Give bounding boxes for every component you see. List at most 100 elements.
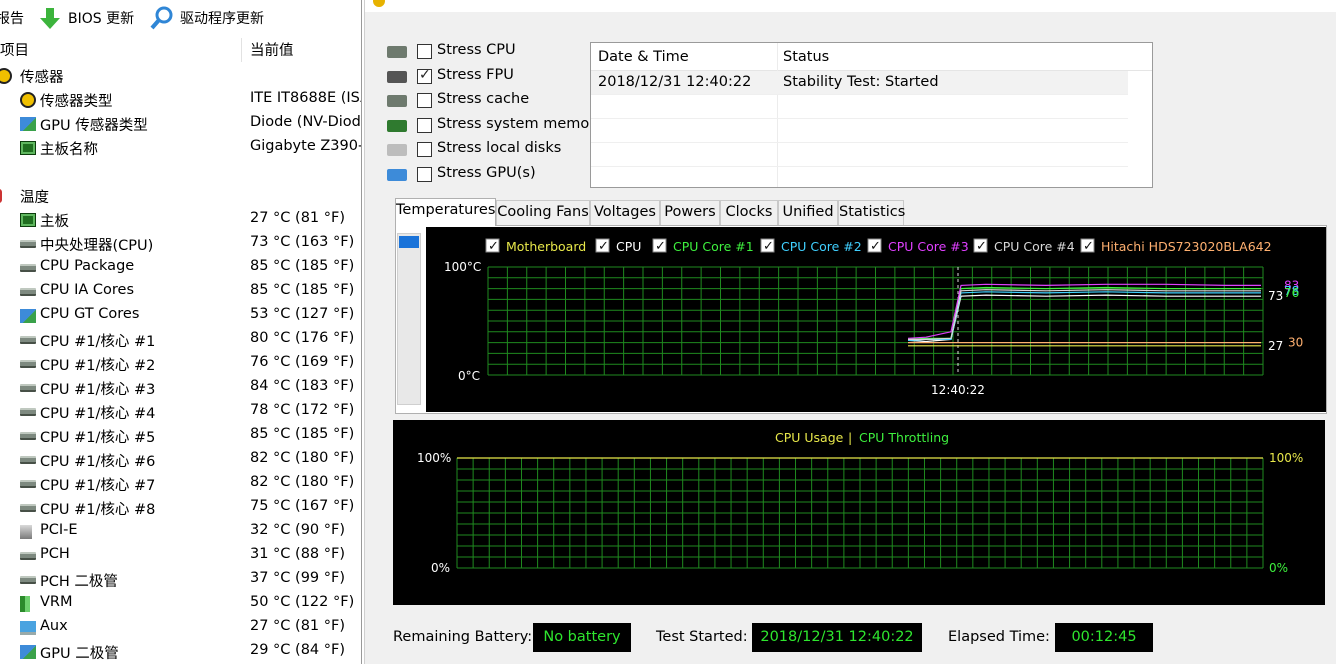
- sensor-value: Diode (NV-Diod: [250, 114, 361, 130]
- bios-update-label: BIOS 更新: [68, 11, 135, 27]
- sensor-scroll-strip[interactable]: [397, 233, 421, 405]
- sensor-value: 32 °C (90 °F): [250, 522, 346, 538]
- cpu-chip-icon: [20, 504, 36, 512]
- report-button[interactable]: 报告: [0, 6, 24, 30]
- sensor-row[interactable]: CPU #1/核心 #2 76 °C (169 °F): [0, 352, 361, 376]
- gpu-icon: [20, 309, 36, 323]
- log-row[interactable]: 2018/12/31 12:40:22 Stability Test: Star…: [591, 71, 1128, 95]
- stress-checkbox[interactable]: [417, 67, 432, 84]
- sensor-row[interactable]: 传感器类型 ITE IT8688E (ISA: [0, 88, 361, 112]
- sensor-row[interactable]: PCI-E 32 °C (90 °F): [0, 520, 361, 544]
- sensor-row[interactable]: GPU 传感器类型 Diode (NV-Diod: [0, 112, 361, 136]
- cpu-chip-icon: [20, 264, 36, 272]
- sensor-value: 27 °C (81 °F): [250, 210, 346, 226]
- battery-value: No battery: [533, 623, 631, 652]
- tab-unified[interactable]: Unified: [778, 200, 838, 225]
- sensor-row[interactable]: CPU Package 85 °C (185 °F): [0, 256, 361, 280]
- sensor-row[interactable]: CPU #1/核心 #6 82 °C (180 °F): [0, 448, 361, 472]
- column-header-value[interactable]: 当前值: [250, 40, 294, 62]
- log-header-datetime[interactable]: Date & Time: [598, 49, 689, 65]
- legend-check-mark: ✓: [976, 239, 987, 254]
- temperature-chart: ✓ Motherboard ✓ CPU ✓ CPU Core #1 ✓ CPU Core #2…: [426, 227, 1326, 412]
- sensor-row[interactable]: PCH 二极管 37 °C (99 °F): [0, 568, 361, 592]
- driver-update-label: 驱动程序更新: [180, 11, 264, 27]
- sensor-row[interactable]: 温度: [0, 184, 361, 208]
- sensor-name: CPU #1/核心 #1: [40, 334, 156, 350]
- stress-label: Stress GPU(s): [437, 165, 536, 181]
- sensor-row[interactable]: CPU #1/核心 #3 84 °C (183 °F): [0, 376, 361, 400]
- sensor-row[interactable]: GPU 二极管 29 °C (84 °F): [0, 640, 361, 664]
- title-bar[interactable]: [365, 0, 1336, 12]
- gpu-icon: [387, 169, 407, 181]
- sensor-value: 85 °C (185 °F): [250, 426, 355, 442]
- sensor-value: 53 °C (127 °F): [250, 306, 355, 322]
- cpu-chip-icon: [20, 384, 36, 392]
- motherboard-icon: [20, 141, 36, 155]
- tab-statistics[interactable]: Statistics: [838, 200, 905, 225]
- stress-checkbox[interactable]: [417, 142, 432, 158]
- sensor-row[interactable]: 中央处理器(CPU) 73 °C (163 °F): [0, 232, 361, 256]
- cpu-chip-icon: [20, 336, 36, 344]
- cpu-chip-icon: [387, 46, 407, 58]
- legend-label: CPU Core #1: [673, 239, 754, 254]
- log-table: Date & Time Status 2018/12/31 12:40:22 S…: [590, 42, 1153, 188]
- scroll-thumb[interactable]: [399, 236, 419, 248]
- sensor-value: 75 °C (167 °F): [250, 498, 355, 514]
- y-tick-right: 100%: [1269, 451, 1303, 465]
- sensor-name: Aux: [40, 618, 68, 634]
- log-status: Stability Test: Started: [783, 74, 939, 90]
- legend-check-mark: ✓: [763, 239, 774, 254]
- sensor-row[interactable]: CPU #1/核心 #1 80 °C (176 °F): [0, 328, 361, 352]
- test-started-value: 2018/12/31 12:40:22: [752, 623, 922, 652]
- y-tick-left: 100%: [417, 451, 451, 465]
- sensor-value: 82 °C (180 °F): [250, 450, 355, 466]
- sensor-value: 50 °C (122 °F): [250, 594, 355, 610]
- sensor-value: 80 °C (176 °F): [250, 330, 355, 346]
- sensor-row[interactable]: CPU #1/核心 #5 85 °C (185 °F): [0, 424, 361, 448]
- sensor-name: CPU Package: [40, 258, 135, 274]
- sensor-row[interactable]: 传感器: [0, 64, 361, 88]
- battery-label: Remaining Battery:: [393, 629, 533, 645]
- sensor-row[interactable]: Aux 27 °C (81 °F): [0, 616, 361, 640]
- tab-cooling-fans[interactable]: Cooling Fans: [496, 200, 590, 225]
- sensor-row[interactable]: CPU #1/核心 #8 75 °C (167 °F): [0, 496, 361, 520]
- log-row-empty: [591, 119, 1128, 143]
- legend-label: CPU Core #2: [781, 239, 862, 254]
- driver-update-button[interactable]: 驱动程序更新: [150, 6, 264, 30]
- sensor-name: 传感器类型: [40, 94, 113, 110]
- sensor-row[interactable]: CPU GT Cores 53 °C (127 °F): [0, 304, 361, 328]
- tab-clocks[interactable]: Clocks: [720, 200, 778, 225]
- tab-powers[interactable]: Powers: [660, 200, 720, 225]
- stress-checkbox[interactable]: [417, 117, 432, 133]
- log-header-status[interactable]: Status: [783, 49, 829, 65]
- sensor-value: 27 °C (81 °F): [250, 618, 346, 634]
- gpu-icon: [20, 117, 36, 131]
- legend-label: Hitachi HDS723020BLA642: [1101, 239, 1272, 254]
- sensor-name: GPU 二极管: [40, 646, 119, 662]
- sensor-row[interactable]: PCH 31 °C (88 °F): [0, 544, 361, 568]
- right-value-label: 30: [1288, 336, 1303, 350]
- column-header-item[interactable]: 项目: [0, 40, 29, 62]
- sensor-row[interactable]: CPU IA Cores 85 °C (185 °F): [0, 280, 361, 304]
- bios-update-button[interactable]: BIOS 更新: [38, 6, 134, 30]
- tab-voltages[interactable]: Voltages: [590, 200, 660, 225]
- vrm-icon: [20, 596, 30, 612]
- cpu-chip-icon: [20, 408, 36, 416]
- cpu-chip-icon: [20, 288, 36, 296]
- report-label: 报告: [0, 11, 24, 27]
- stress-checkbox[interactable]: [417, 93, 432, 109]
- column-divider[interactable]: [241, 38, 242, 62]
- sensor-name: GPU 传感器类型: [40, 118, 148, 134]
- stress-checkbox[interactable]: [417, 44, 432, 59]
- cpu-usage-chart: CPU Usage | CPU Throttling 100% 0% 100% 0%: [393, 420, 1325, 605]
- sensor-row[interactable]: 主板 27 °C (81 °F): [0, 208, 361, 232]
- tab-temperatures[interactable]: Temperatures: [395, 198, 496, 226]
- sensor-row[interactable]: VRM 50 °C (122 °F): [0, 592, 361, 616]
- sensor-name: 温度: [20, 190, 49, 206]
- sensor-row[interactable]: 主板名称 Gigabyte Z390-S: [0, 136, 361, 160]
- stress-checkbox[interactable]: [417, 167, 432, 182]
- sensor-name: PCI-E: [40, 522, 78, 538]
- legend-label: CPU: [616, 239, 641, 254]
- sensor-row[interactable]: CPU #1/核心 #7 82 °C (180 °F): [0, 472, 361, 496]
- sensor-row[interactable]: CPU #1/核心 #4 78 °C (172 °F): [0, 400, 361, 424]
